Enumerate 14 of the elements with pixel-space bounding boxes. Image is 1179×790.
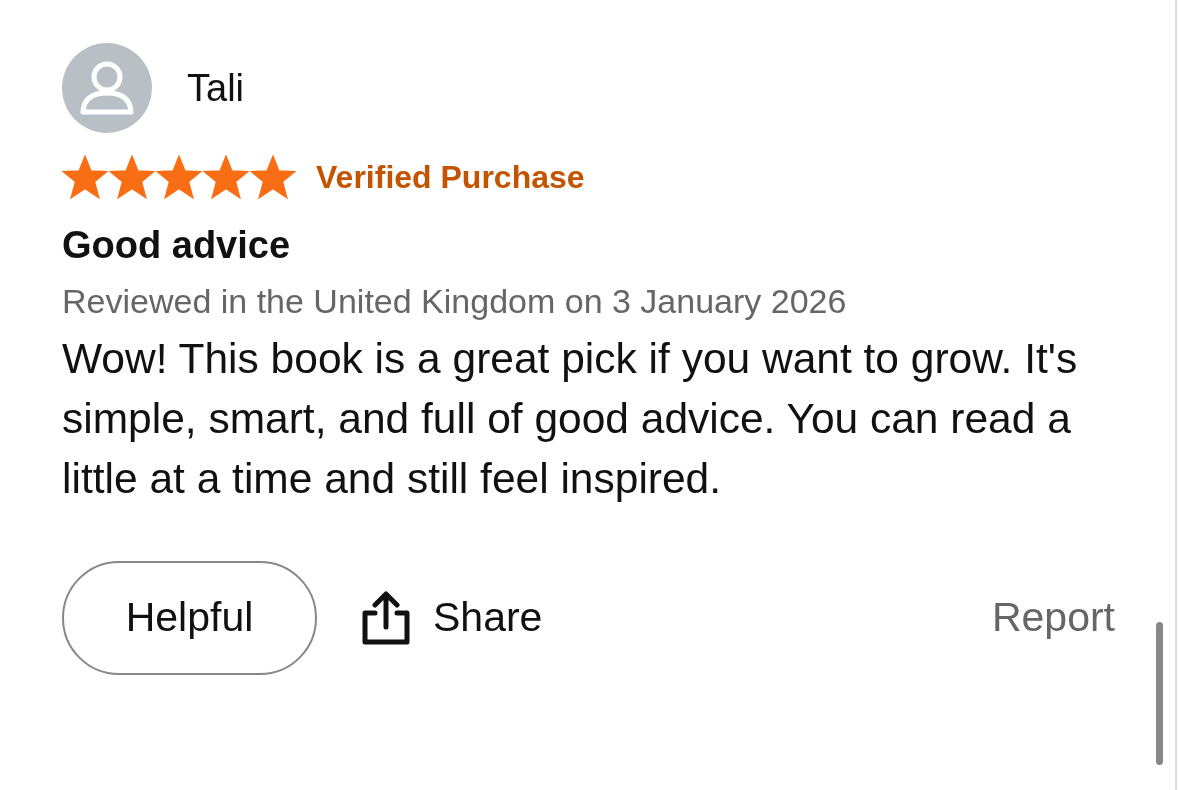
review-text: Wow! This book is a great pick if you want to grow. It's simple, smart, and full of good advice. You can read a little at a time and still feel inspired. xyxy=(62,333,1079,504)
report-link[interactable]: Report xyxy=(991,587,1115,649)
share-button[interactable]: Share xyxy=(361,587,543,649)
star-icon xyxy=(156,155,202,199)
star-icon xyxy=(62,155,108,199)
share-icon xyxy=(361,590,411,645)
review-title: Good advice xyxy=(62,223,292,268)
helpful-button[interactable]: Helpful xyxy=(62,560,317,675)
star-icon xyxy=(203,155,249,199)
star-icon xyxy=(109,155,155,199)
verified-purchase-label: Verified Purchase xyxy=(316,158,585,197)
reviewer-name: Tali xyxy=(187,65,245,111)
star-icon xyxy=(250,155,296,199)
review-meta: Reviewed in the United Kingdom on 3 January 2026 xyxy=(62,280,848,322)
